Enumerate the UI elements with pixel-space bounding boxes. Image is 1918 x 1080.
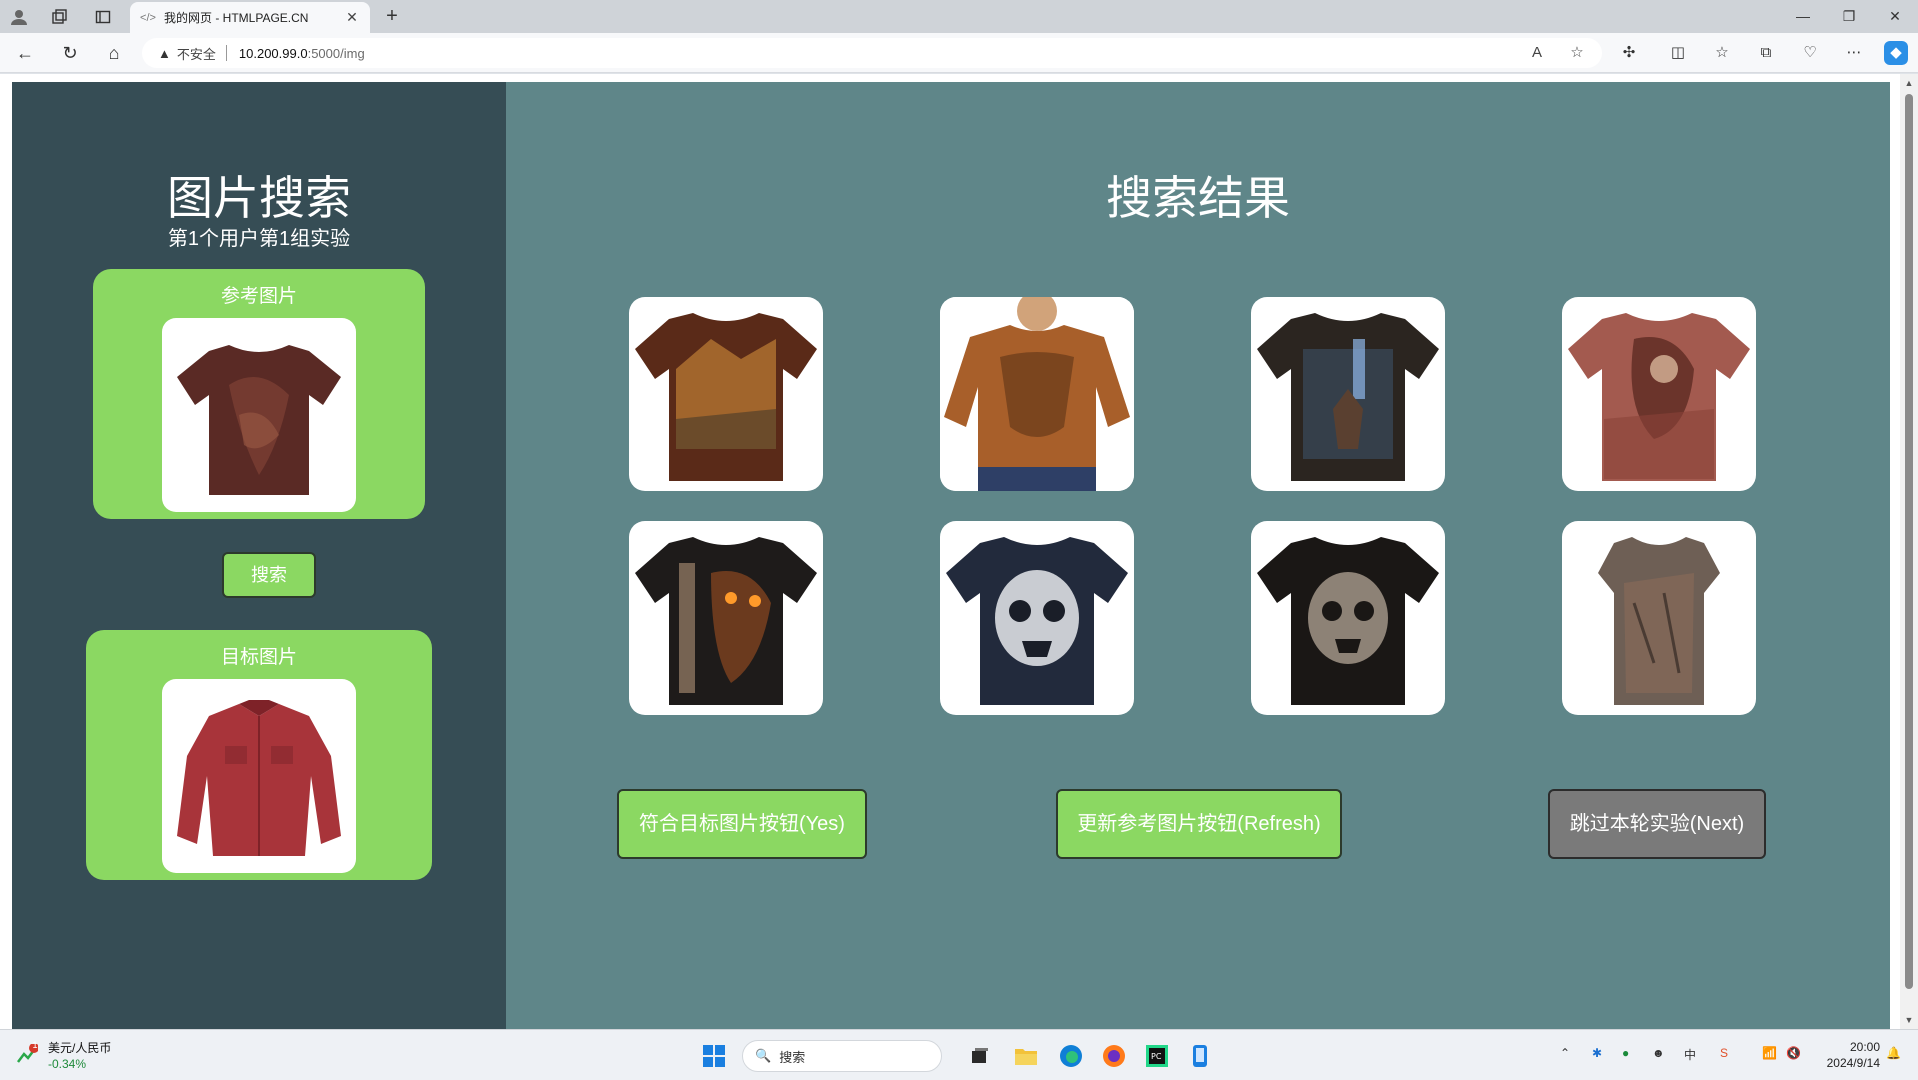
app-tray-icon[interactable]: S bbox=[1720, 1046, 1728, 1060]
tab-actions-icon[interactable] bbox=[92, 6, 114, 28]
favorites-icon[interactable]: ☆ bbox=[1710, 41, 1734, 65]
search-icon: 🔍 bbox=[755, 1048, 772, 1063]
favorite-star-icon[interactable]: ☆ bbox=[1565, 38, 1589, 68]
tray-overflow-icon[interactable]: ⌃ bbox=[1560, 1046, 1570, 1060]
new-tab-button[interactable]: + bbox=[380, 5, 404, 29]
more-menu-icon[interactable]: ⋯ bbox=[1842, 41, 1866, 65]
security-label: 不安全 bbox=[176, 46, 216, 62]
qq-icon[interactable]: ☻ bbox=[1652, 1046, 1665, 1060]
result-image-3[interactable] bbox=[1251, 297, 1445, 491]
clock-date: 2024/9/14 bbox=[1826, 1056, 1880, 1070]
result-image-7[interactable] bbox=[1251, 521, 1445, 715]
tab-title: 我的网页 - HTMLPAGE.CN bbox=[164, 11, 309, 25]
taskbar: 1 美元/人民币 -0.34% 🔍 搜索 PC ⌃ ✱ ● ☻ 中 S 📶 🔇 … bbox=[0, 1029, 1918, 1080]
split-screen-icon[interactable]: ◫ bbox=[1666, 41, 1690, 65]
stock-change: -0.34% bbox=[48, 1057, 87, 1071]
page: 图片搜索 第1个用户第1组实验 参考图片 搜索 目标图片 搜索结果 符合目标图片… bbox=[12, 82, 1890, 1029]
result-image-8[interactable] bbox=[1562, 521, 1756, 715]
warning-icon: ▲ bbox=[158, 45, 171, 61]
start-icon[interactable] bbox=[700, 1042, 728, 1070]
reference-image bbox=[162, 318, 356, 512]
reload-icon[interactable]: ↻ bbox=[57, 41, 83, 65]
target-label: 目标图片 bbox=[220, 647, 297, 668]
taskbar-search-placeholder: 搜索 bbox=[779, 1049, 806, 1065]
svg-text:PC: PC bbox=[1151, 1052, 1162, 1061]
scroll-down-icon[interactable]: ▼ bbox=[1903, 1015, 1915, 1025]
stock-widget[interactable]: 美元/人民币 -0.34% bbox=[48, 1040, 111, 1072]
extensions-icon[interactable]: ✣ bbox=[1617, 41, 1641, 65]
page-title: 图片搜索 bbox=[167, 172, 351, 224]
notification-bell-icon[interactable]: 🔔 bbox=[1886, 1046, 1901, 1060]
address-toolbar: ← ↻ ⌂ ▲ 不安全 10.200.99.0:5000/img A ☆ ✣ ◫… bbox=[0, 33, 1918, 73]
read-aloud-icon[interactable]: A bbox=[1525, 38, 1549, 68]
phone-link-icon[interactable] bbox=[1186, 1042, 1214, 1070]
yes-button[interactable]: 符合目标图片按钮(Yes) bbox=[617, 789, 867, 859]
next-button[interactable]: 跳过本轮实验(Next) bbox=[1548, 789, 1766, 859]
input-method-icon[interactable]: 中 bbox=[1684, 1046, 1696, 1063]
task-view-icon[interactable] bbox=[966, 1042, 994, 1070]
volume-muted-icon[interactable]: 🔇 bbox=[1786, 1046, 1801, 1060]
result-image-1[interactable] bbox=[629, 297, 823, 491]
profile-icon[interactable] bbox=[8, 6, 30, 28]
file-explorer-icon[interactable] bbox=[1012, 1042, 1040, 1070]
clock-time: 20:00 bbox=[1849, 1040, 1880, 1054]
wifi-icon[interactable]: 📶 bbox=[1762, 1046, 1777, 1060]
close-window-icon[interactable]: ✕ bbox=[1880, 5, 1910, 27]
pycharm-icon[interactable]: PC bbox=[1143, 1042, 1171, 1070]
right-panel: 搜索结果 符合目标图片按钮(Yes) 更新参考图片按钮(Refresh) 跳过本… bbox=[506, 82, 1890, 1029]
stock-badge: 1 bbox=[32, 1040, 38, 1050]
target-card: 目标图片 bbox=[86, 630, 432, 880]
result-image-5[interactable] bbox=[629, 521, 823, 715]
left-panel: 图片搜索 第1个用户第1组实验 参考图片 搜索 目标图片 bbox=[12, 82, 506, 1029]
security-tray-icon[interactable]: ● bbox=[1622, 1046, 1629, 1060]
browser-essentials-icon[interactable]: ♡ bbox=[1798, 41, 1822, 65]
home-icon[interactable]: ⌂ bbox=[101, 41, 127, 65]
experiment-subtitle: 第1个用户第1组实验 bbox=[167, 228, 351, 250]
close-tab-icon[interactable]: ✕ bbox=[344, 9, 360, 26]
refresh-button[interactable]: 更新参考图片按钮(Refresh) bbox=[1056, 789, 1342, 859]
active-tab[interactable]: </> 我的网页 - HTMLPAGE.CN ✕ bbox=[130, 2, 370, 33]
browser-tab-bar: </> 我的网页 - HTMLPAGE.CN ✕ + — ❐ ✕ bbox=[0, 0, 1918, 33]
result-image-2[interactable] bbox=[940, 297, 1134, 491]
url-host: 10.200.99.0 bbox=[238, 45, 308, 61]
taskbar-search[interactable]: 🔍 搜索 bbox=[742, 1040, 942, 1072]
reference-label: 参考图片 bbox=[220, 286, 297, 307]
firefox-icon[interactable] bbox=[1100, 1042, 1128, 1070]
result-image-4[interactable] bbox=[1562, 297, 1756, 491]
collections-icon[interactable]: ⧉ bbox=[1754, 41, 1778, 65]
restore-icon[interactable]: ❐ bbox=[1834, 5, 1864, 27]
site-favicon-icon: </> bbox=[140, 11, 156, 24]
result-image-6[interactable] bbox=[940, 521, 1134, 715]
bluetooth-icon[interactable]: ✱ bbox=[1592, 1046, 1602, 1060]
url-separator bbox=[225, 45, 227, 61]
url-bar[interactable]: ▲ 不安全 10.200.99.0:5000/img bbox=[142, 38, 1602, 68]
url-path: :5000/img bbox=[307, 45, 365, 61]
reference-card: 参考图片 bbox=[93, 269, 425, 519]
page-scrollbar[interactable]: ▲ ▼ bbox=[1900, 74, 1918, 1029]
results-title: 搜索结果 bbox=[1106, 172, 1290, 224]
minimize-icon[interactable]: — bbox=[1788, 5, 1818, 27]
edge-browser-icon[interactable] bbox=[1057, 1042, 1085, 1070]
workspaces-icon[interactable] bbox=[48, 6, 70, 28]
search-button[interactable]: 搜索 bbox=[222, 552, 316, 598]
stock-name: 美元/人民币 bbox=[48, 1041, 112, 1055]
page-viewport: 图片搜索 第1个用户第1组实验 参考图片 搜索 目标图片 搜索结果 符合目标图片… bbox=[0, 74, 1918, 1029]
copilot-icon[interactable]: ◆ bbox=[1884, 41, 1908, 65]
target-image bbox=[162, 679, 356, 873]
back-icon[interactable]: ← bbox=[12, 41, 38, 65]
scrollbar-thumb[interactable] bbox=[1905, 94, 1913, 989]
clock[interactable]: 20:00 2024/9/14 bbox=[1810, 1039, 1880, 1071]
scroll-up-icon[interactable]: ▲ bbox=[1903, 78, 1915, 88]
